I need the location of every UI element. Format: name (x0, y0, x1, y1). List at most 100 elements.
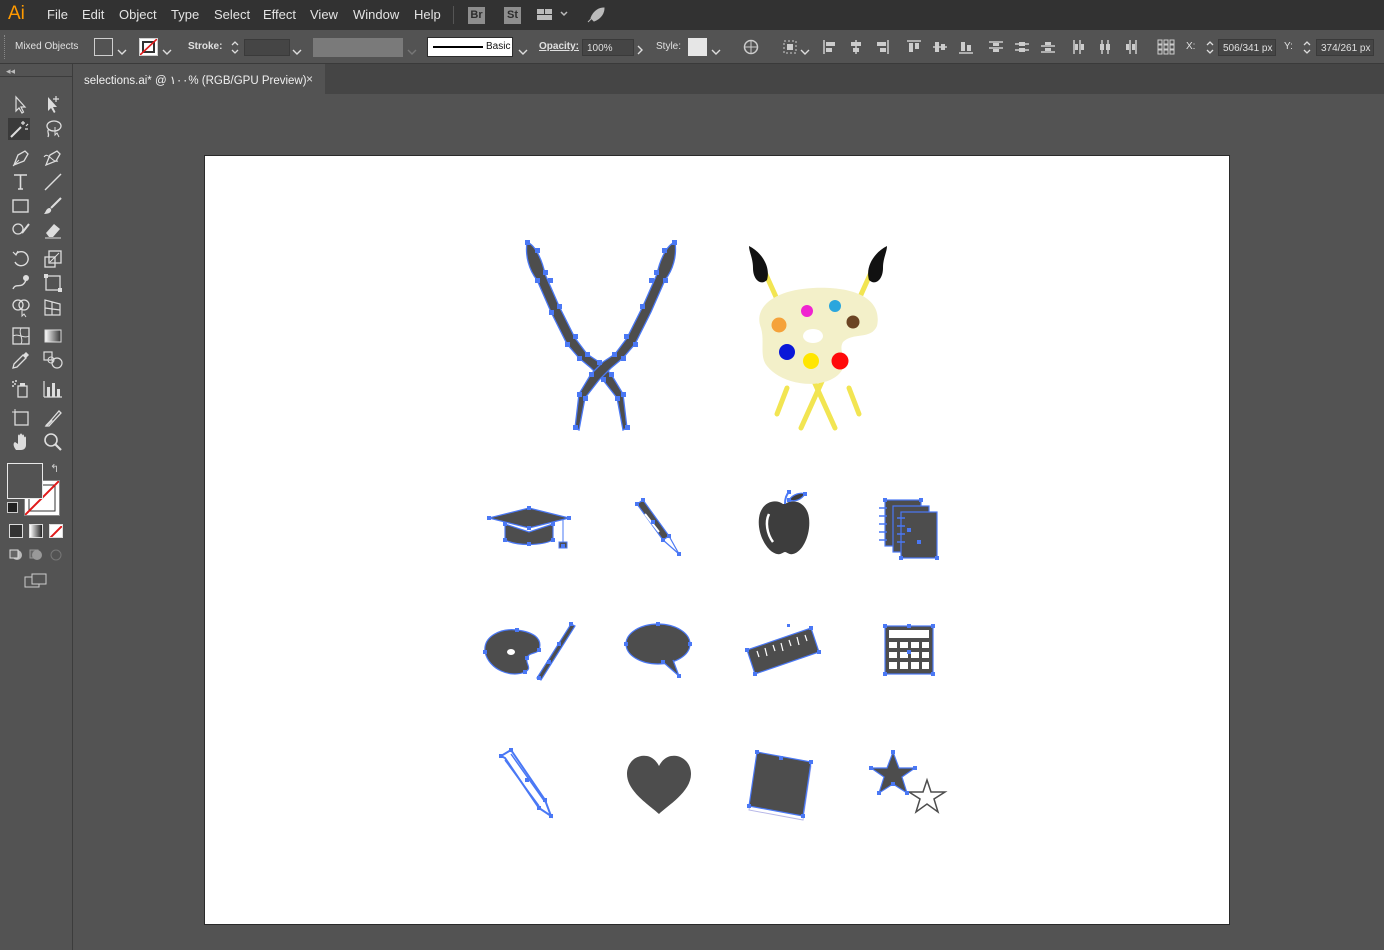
artboard[interactable] (205, 156, 1229, 924)
slice-icon[interactable] (42, 407, 64, 429)
stroke-swatch[interactable] (139, 38, 158, 56)
heart-icon[interactable] (625, 754, 693, 816)
draw-behind-icon[interactable] (28, 548, 44, 567)
shape-builder-icon[interactable] (10, 296, 32, 318)
align-horizontal-center-icon[interactable] (848, 39, 864, 55)
warp-icon[interactable] (10, 272, 32, 294)
distribute-left-icon[interactable] (1071, 39, 1087, 55)
align-bottom-icon[interactable] (958, 39, 974, 55)
x-field[interactable]: 506/341 px (1218, 39, 1276, 56)
palette-with-brushes[interactable] (743, 238, 893, 434)
graphic-style-swatch[interactable] (688, 38, 707, 56)
distribute-vertical-center-icon[interactable] (1014, 39, 1030, 55)
menu-object[interactable]: Object (119, 7, 157, 22)
document-tab[interactable]: selections.ai* @ ۱۰۰% (RGB/GPU Preview) … (73, 64, 325, 94)
grip-handle[interactable] (4, 35, 7, 59)
y-stepper[interactable] (1301, 39, 1313, 61)
align-top-icon[interactable] (906, 39, 922, 55)
recolor-artwork-icon[interactable] (743, 39, 759, 55)
pencil-icon[interactable] (495, 748, 559, 822)
align-right-icon[interactable] (874, 39, 890, 55)
gpu-rocket-icon[interactable] (586, 6, 606, 29)
free-transform-icon[interactable] (42, 272, 64, 294)
bridge-button[interactable]: Br (468, 7, 485, 24)
shaper-icon[interactable] (10, 219, 32, 241)
distribute-top-icon[interactable] (988, 39, 1004, 55)
menu-view[interactable]: View (310, 7, 338, 22)
magic-wand-icon[interactable] (8, 118, 30, 140)
align-vertical-center-icon[interactable] (932, 39, 948, 55)
stock-button[interactable]: St (504, 7, 521, 24)
sketchbook-icon[interactable] (745, 746, 817, 822)
chevron-down-icon[interactable] (407, 43, 417, 61)
stroke-weight-stepper[interactable] (229, 39, 241, 61)
rectangle-icon[interactable] (10, 195, 32, 217)
variable-width-profile[interactable] (313, 38, 403, 57)
chevron-down-icon[interactable] (162, 43, 172, 61)
distribute-bottom-icon[interactable] (1040, 39, 1056, 55)
brush-definition[interactable]: Basic (427, 37, 513, 57)
none-mode-icon[interactable] (49, 524, 63, 538)
chevron-right-icon[interactable] (636, 42, 644, 60)
distribute-right-icon[interactable] (1123, 39, 1139, 55)
pen-icon[interactable] (10, 147, 32, 169)
blend-icon[interactable] (42, 349, 64, 371)
menu-help[interactable]: Help (414, 7, 441, 22)
chevron-down-icon[interactable] (518, 43, 528, 61)
graduation-cap-icon[interactable] (487, 502, 573, 552)
chevron-down-icon[interactable] (117, 43, 127, 61)
gradient-icon[interactable] (42, 325, 64, 347)
selection-icon[interactable] (10, 94, 32, 116)
paintbrush-icon[interactable] (42, 195, 64, 217)
workspace-layout-icon[interactable] (537, 8, 569, 27)
notebooks-icon[interactable] (877, 496, 941, 560)
curvature-icon[interactable] (42, 147, 64, 169)
direct-selection-icon[interactable] (42, 94, 64, 116)
scale-icon[interactable] (42, 248, 64, 270)
gradient-mode-icon[interactable] (29, 524, 43, 538)
x-stepper[interactable] (1204, 39, 1216, 61)
ruler-icon[interactable] (743, 618, 823, 680)
column-graph-icon[interactable] (42, 378, 64, 400)
draw-normal-icon[interactable] (8, 548, 24, 567)
eyedropper-icon[interactable] (10, 349, 32, 371)
menu-file[interactable]: File (47, 7, 68, 22)
syringe-pen-icon[interactable] (629, 496, 689, 558)
screen-mode-icon[interactable] (24, 573, 48, 594)
menu-type[interactable]: Type (171, 7, 199, 22)
hand-icon[interactable] (10, 431, 32, 453)
palette-brush-icon[interactable] (481, 618, 579, 682)
chevron-down-icon[interactable] (292, 43, 302, 61)
chevron-down-icon[interactable] (711, 43, 721, 61)
perspective-icon[interactable] (42, 296, 64, 318)
align-left-icon[interactable] (822, 39, 838, 55)
menu-window[interactable]: Window (353, 7, 399, 22)
mesh-icon[interactable] (10, 325, 32, 347)
stroke-weight-field[interactable] (244, 39, 290, 56)
stars-icon[interactable] (865, 746, 951, 820)
default-fill-stroke-icon[interactable] (7, 502, 18, 513)
menu-edit[interactable]: Edit (82, 7, 104, 22)
menu-select[interactable]: Select (214, 7, 250, 22)
distribute-horizontal-center-icon[interactable] (1097, 39, 1113, 55)
apple-icon[interactable] (755, 490, 815, 558)
draw-inside-icon[interactable] (48, 548, 64, 567)
zoom-icon[interactable] (42, 431, 64, 453)
calculator-icon[interactable] (881, 622, 937, 678)
line-icon[interactable] (42, 171, 64, 193)
opacity-label[interactable]: Opacity: (539, 41, 579, 52)
type-icon[interactable] (10, 171, 32, 193)
menu-effect[interactable]: Effect (263, 7, 296, 22)
transform-reference-point-icon[interactable] (1157, 39, 1175, 55)
rotate-icon[interactable] (10, 248, 32, 270)
fill-swatch[interactable] (94, 38, 113, 56)
opacity-field[interactable]: 100% (582, 39, 634, 56)
fill-color-front[interactable] (7, 463, 43, 499)
close-tab-button[interactable]: × (306, 72, 313, 86)
chevron-down-icon[interactable] (800, 43, 810, 61)
swap-fill-stroke-icon[interactable]: ↰ (50, 462, 59, 475)
artboard-icon[interactable] (10, 407, 32, 429)
eraser-icon[interactable] (42, 219, 64, 241)
align-to-selection-icon[interactable] (782, 39, 798, 55)
y-field[interactable]: 374/261 px (1316, 39, 1374, 56)
